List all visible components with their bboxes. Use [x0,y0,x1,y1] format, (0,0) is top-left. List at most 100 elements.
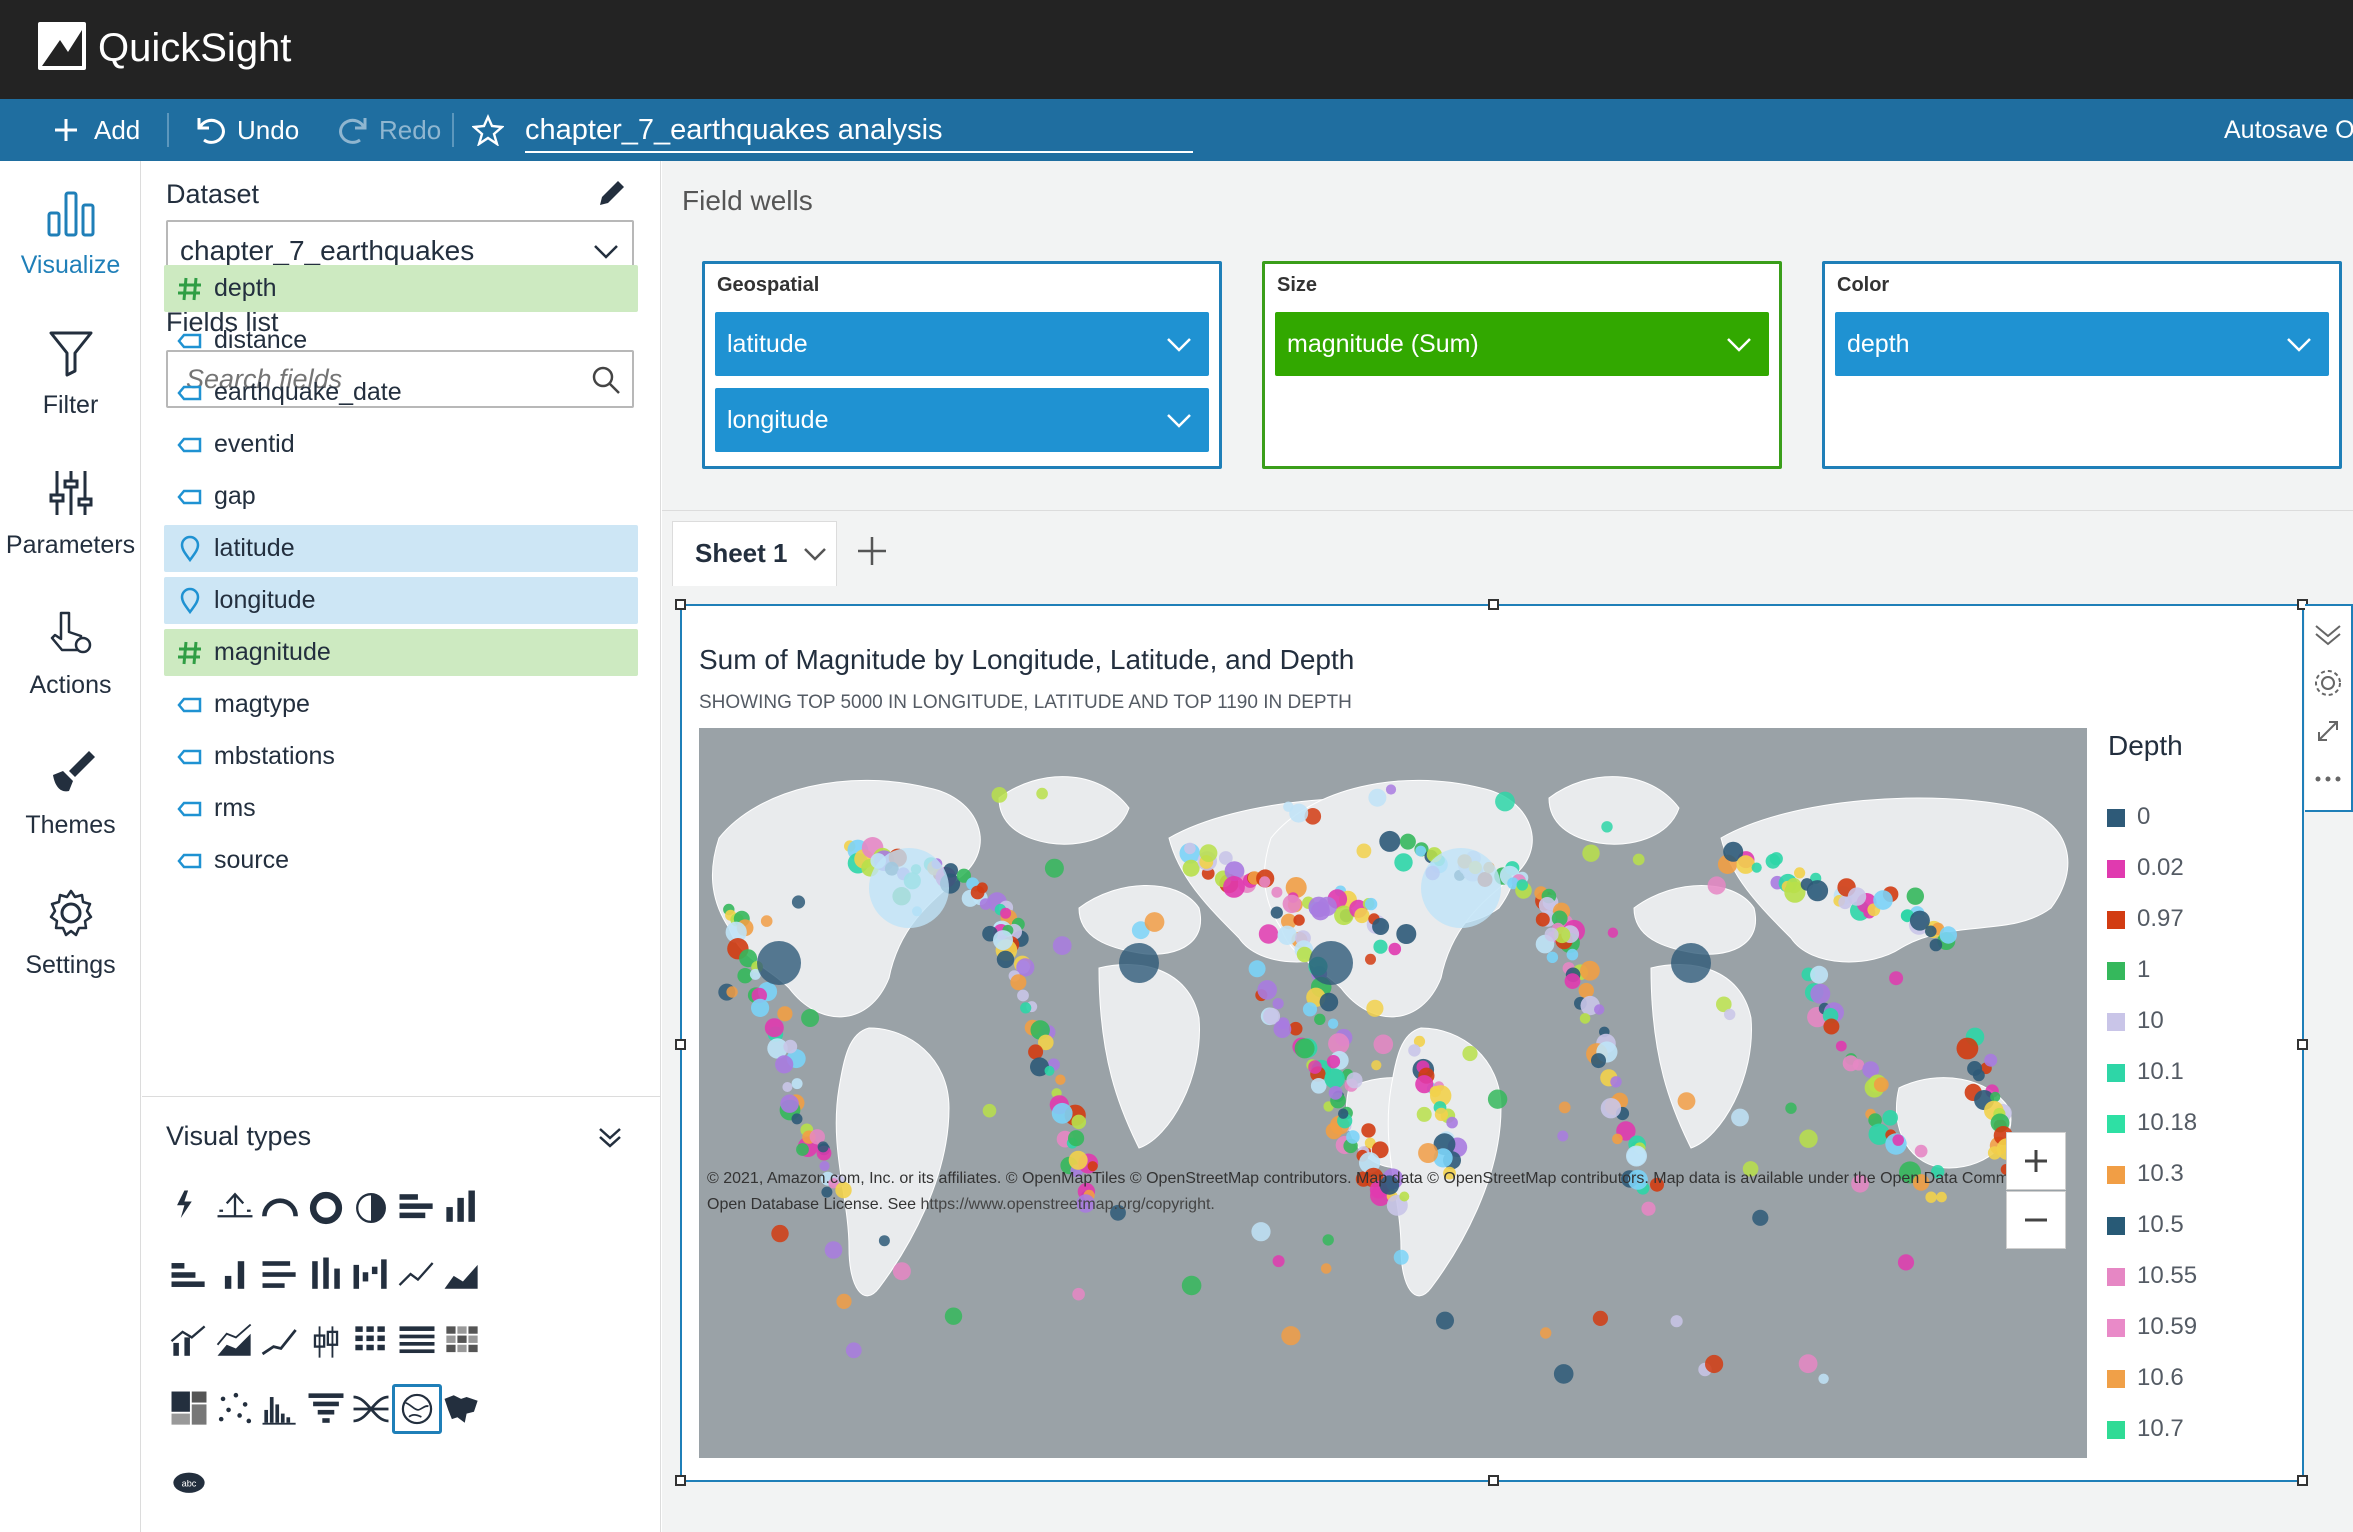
latitude-pill[interactable]: latitude [715,312,1209,376]
field-item[interactable]: longitude [164,577,638,624]
tab-sheet-1[interactable]: Sheet 1 [672,521,837,586]
nav-settings[interactable]: Settings [0,869,141,999]
combo-chart-icon[interactable] [164,1317,214,1367]
chevron-down-icon[interactable] [802,544,828,564]
stacked-horizontal-bar-icon[interactable] [164,1250,214,1300]
legend-item[interactable]: 10.6 [2107,1363,2184,1393]
size-well[interactable]: Size magnitude (Sum) [1262,261,1782,469]
analysis-title-input[interactable]: chapter_7_earthquakes analysis [525,109,1193,153]
collapse-chevron-icon[interactable] [594,1121,626,1153]
field-item[interactable]: latitude [164,525,638,572]
field-item[interactable]: magnitude [164,629,638,676]
legend-item[interactable]: 10.1 [2107,1057,2184,1087]
expand-icon[interactable] [2311,714,2345,748]
sankey-icon[interactable] [346,1384,396,1434]
funnel-icon[interactable] [301,1384,351,1434]
legend-item[interactable]: 10.55 [2107,1261,2197,1291]
legend-item[interactable]: 10.3 [2107,1159,2184,1189]
points-on-map-icon[interactable] [392,1384,442,1434]
area-chart-icon[interactable] [437,1250,487,1300]
donut-chart-icon[interactable] [301,1183,351,1233]
measure-hash-icon [178,641,201,665]
legend-item[interactable]: 10 [2107,1006,2164,1036]
gauge-icon[interactable] [255,1183,305,1233]
field-item[interactable]: magtype [164,681,638,728]
histogram-icon[interactable] [255,1384,305,1434]
add-button[interactable]: Add [52,99,140,161]
edit-dataset-pencil-icon[interactable] [594,175,630,211]
world-map-basemap [699,728,2087,1458]
stacked-area-icon[interactable] [210,1317,260,1367]
autograph-lightning-icon[interactable] [164,1183,214,1233]
field-item[interactable]: earthquake_date [164,369,638,416]
filled-map-icon[interactable] [437,1384,487,1434]
quicksight-logo-icon[interactable] [38,22,86,70]
nav-filter[interactable]: Filter [0,309,141,439]
legend-item[interactable]: 0 [2107,802,2150,832]
openstreetmap-copyright-link[interactable]: https://www.openstreetmap.org/copyright. [920,1196,1214,1213]
field-item[interactable]: eventid [164,421,638,468]
more-options-icon[interactable] [2311,762,2345,796]
horizontal-bar-icon[interactable] [392,1183,442,1233]
field-item[interactable]: source [164,837,638,884]
clustered-horizontal-bar-icon[interactable] [255,1250,305,1300]
legend-item[interactable]: 10.7 [2107,1414,2184,1444]
field-item[interactable]: distance [164,317,638,364]
stacked-vertical-bar-icon[interactable] [210,1250,260,1300]
geospatial-well[interactable]: Geospatial latitude longitude [702,261,1222,469]
add-sheet-plus-icon[interactable] [852,531,892,571]
scatter-plot-icon[interactable] [210,1384,260,1434]
legend-item[interactable]: 10.5 [2107,1210,2184,1240]
line-chart-icon[interactable] [392,1250,442,1300]
vertical-bar-icon[interactable] [437,1183,487,1233]
word-cloud-icon[interactable]: abc [164,1455,214,1505]
undo-button[interactable]: Undo [193,99,299,161]
clustered-vertical-bar-icon[interactable] [301,1250,351,1300]
depth-pill[interactable]: depth [1835,312,2329,376]
resize-handle[interactable] [1488,599,1499,610]
trend-line-icon[interactable] [255,1317,305,1367]
redo-button[interactable]: Redo [335,99,441,161]
gear-icon[interactable] [2311,666,2345,700]
field-item[interactable]: rms [164,785,638,832]
resize-handle[interactable] [675,1039,686,1050]
zoom-in-button[interactable] [2006,1132,2066,1190]
waterfall-icon[interactable] [346,1250,396,1300]
nav-actions[interactable]: Actions [0,589,141,719]
color-well[interactable]: Color depth [1822,261,2342,469]
legend-item[interactable]: 10.59 [2107,1312,2197,1342]
visual-types-panel: Visual types abc [142,1096,661,1532]
nav-themes[interactable]: Themes [0,729,141,859]
autosave-toggle[interactable]: Autosave On [2224,99,2353,161]
pie-chart-icon[interactable] [346,1183,396,1233]
legend-swatch [2107,1421,2125,1439]
points-map[interactable]: © 2021, Amazon.com, Inc. or its affiliat… [699,728,2087,1458]
kpi-icon[interactable] [210,1183,260,1233]
magnitude-sum-pill[interactable]: magnitude (Sum) [1275,312,1769,376]
pivot-table-icon[interactable] [346,1317,396,1367]
field-item[interactable]: gap [164,473,638,520]
heat-map-icon[interactable] [437,1317,487,1367]
nav-visualize[interactable]: Visualize [0,169,141,299]
legend-item[interactable]: 0.02 [2107,853,2184,883]
legend-item[interactable]: 10.18 [2107,1108,2197,1138]
longitude-pill[interactable]: longitude [715,388,1209,452]
resize-handle[interactable] [2297,1039,2308,1050]
map-visual[interactable]: Sum of Magnitude by Longitude, Latitude,… [675,599,2308,1486]
nav-parameters[interactable]: Parameters [0,449,141,579]
resize-handle[interactable] [1488,1475,1499,1486]
favorite-star-icon[interactable] [472,99,504,161]
legend-item[interactable]: 1 [2107,955,2150,985]
legend-item[interactable]: 0.97 [2107,904,2184,934]
tree-map-icon[interactable] [164,1384,214,1434]
field-item[interactable]: mbstations [164,733,638,780]
box-plot-icon[interactable] [301,1317,351,1367]
resize-handle[interactable] [675,1475,686,1486]
collapse-chevron-icon[interactable] [2311,618,2345,652]
field-item[interactable]: depth [164,265,638,312]
resize-handle[interactable] [675,599,686,610]
zoom-out-button[interactable] [2006,1191,2066,1249]
resize-handle[interactable] [2297,1475,2308,1486]
app-name[interactable]: QuickSight [98,22,291,74]
table-icon[interactable] [392,1317,442,1367]
